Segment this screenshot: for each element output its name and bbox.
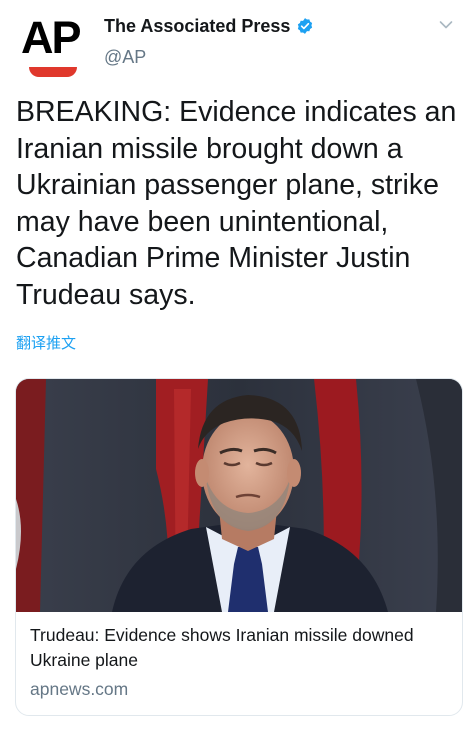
account-avatar[interactable]: AP: [18, 14, 88, 80]
card-image[interactable]: [16, 379, 462, 612]
translate-tweet-link[interactable]: 翻译推文: [16, 332, 76, 353]
ap-logo-swoosh: [29, 67, 77, 77]
tweet-header: AP The Associated Press @AP: [0, 0, 473, 90]
ap-logo-text: AP: [21, 12, 81, 63]
trudeau-photo-illustration: [16, 379, 462, 612]
card-title[interactable]: Trudeau: Evidence shows Iranian missile …: [30, 623, 440, 673]
link-card[interactable]: Trudeau: Evidence shows Iranian missile …: [15, 378, 463, 716]
account-name-row[interactable]: The Associated Press: [104, 14, 314, 38]
verified-badge-icon: [298, 18, 313, 34]
chevron-down-icon[interactable]: [439, 20, 453, 30]
tweet-text: BREAKING: Evidence indicates an Iranian …: [16, 96, 465, 311]
account-handle[interactable]: @AP: [104, 47, 146, 68]
card-domain: apnews.com: [30, 679, 129, 699]
account-name[interactable]: The Associated Press: [104, 16, 290, 37]
